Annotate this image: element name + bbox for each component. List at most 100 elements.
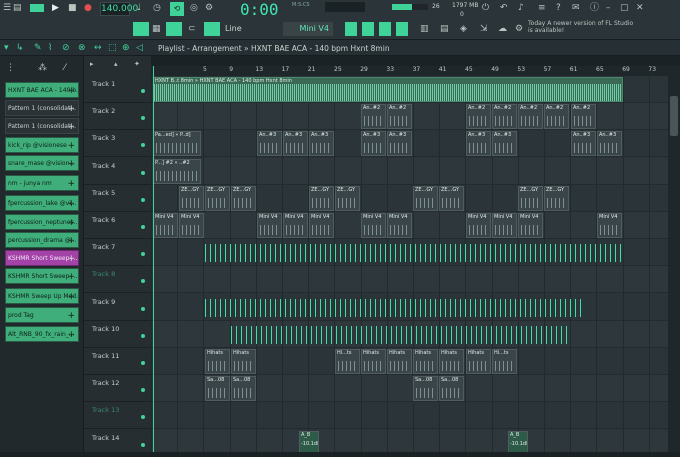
track-header[interactable]: Track 6 — [84, 212, 151, 239]
clip[interactable]: Mini V4 — [518, 213, 543, 238]
help-icon[interactable]: ? — [556, 2, 561, 14]
add-icon[interactable]: + — [67, 327, 75, 341]
brush-icon[interactable]: ⌇ — [48, 42, 52, 54]
clip[interactable]: Hi...ts — [335, 349, 360, 374]
track-header[interactable]: Track 8 — [84, 266, 151, 294]
track-header[interactable]: Track 12 — [84, 375, 151, 403]
track-header[interactable]: Track 7 — [84, 239, 151, 267]
add-icon[interactable]: + — [67, 119, 75, 133]
clip[interactable]: ZE...GY — [413, 185, 438, 211]
channel-item[interactable]: fpercussion_lake @vi... + — [5, 195, 79, 211]
channel-item[interactable]: KSHMR Sweep Up Med... + — [5, 288, 79, 304]
track-header[interactable]: Track 3 — [84, 130, 151, 158]
slip-icon[interactable]: ↔ — [94, 42, 102, 54]
track-enable-dot[interactable] — [141, 279, 145, 284]
channel-item[interactable]: prod Tag + — [5, 307, 79, 323]
clip[interactable]: Mini V4 — [283, 213, 308, 238]
cloud-icon[interactable]: ☁ — [498, 23, 507, 35]
select-icon[interactable]: ⬚ — [108, 42, 117, 54]
clip[interactable]: A_B -10.1dB — [508, 430, 528, 452]
arrow-icon[interactable]: ↳ — [16, 42, 24, 54]
piano-icon[interactable]: ▥ — [420, 23, 429, 35]
song-view-button[interactable] — [166, 22, 182, 36]
channel-item[interactable]: percussion_drama @... + — [5, 232, 79, 248]
clip[interactable]: Hi...ts — [492, 349, 517, 374]
info-icon[interactable]: ⓘ — [590, 2, 599, 14]
speaker-icon[interactable]: ◁ — [136, 42, 143, 54]
power-icon[interactable]: ⏻ — [482, 2, 489, 14]
clip[interactable]: Sa...08 — [413, 376, 438, 402]
channel-item[interactable]: KSHMR Short Sweep -... + — [5, 268, 79, 284]
record-icon[interactable]: ● — [84, 2, 92, 14]
track-enable-dot[interactable] — [141, 89, 145, 93]
playlist-grid[interactable]: HXNT B..t 8min » HXNT BAE ACA - 140 bpm … — [151, 66, 668, 452]
time-display[interactable]: 0:00 — [240, 0, 290, 20]
metronome-icon[interactable]: ♩ — [137, 2, 141, 14]
collapse-icon[interactable]: ▴ — [114, 58, 118, 70]
add-icon[interactable]: + — [67, 215, 75, 229]
add-icon[interactable]: + — [67, 101, 75, 115]
clip[interactable]: Mini V4 — [492, 213, 517, 238]
track-enable-dot[interactable] — [141, 170, 145, 175]
track-header[interactable]: Track 5 — [84, 185, 151, 212]
view-button-3[interactable] — [379, 22, 391, 36]
track-enable-dot[interactable] — [141, 442, 145, 447]
clip[interactable]: ZE...GY — [544, 185, 569, 211]
add-icon[interactable]: + — [67, 269, 75, 283]
channel-item[interactable]: Pattern 1 (consolidat... + — [5, 118, 79, 134]
mute-icon[interactable]: ⊗ — [78, 42, 86, 54]
clip[interactable]: ZE...GY — [205, 185, 230, 211]
close-icon[interactable]: ✕ — [636, 2, 644, 14]
file-icon[interactable]: ▤ — [13, 2, 22, 14]
delete-icon[interactable]: ⊘ — [62, 42, 70, 54]
news-panel[interactable]: Today A newer version of FL Studio is av… — [528, 20, 638, 34]
track-enable-dot[interactable] — [141, 116, 145, 121]
clip[interactable]: ZE...GY — [439, 185, 464, 211]
track-lane[interactable] — [151, 157, 668, 185]
stop-icon[interactable]: ■ — [68, 2, 77, 14]
add-icon[interactable]: + — [67, 138, 75, 152]
clip[interactable]: Hihats — [387, 349, 412, 374]
track-enable-dot[interactable] — [141, 333, 145, 338]
clip[interactable]: Mini V4 — [361, 213, 386, 238]
track-enable-dot[interactable] — [141, 197, 145, 202]
track-enable-dot[interactable] — [141, 361, 145, 365]
pattern-view-button[interactable] — [133, 22, 149, 36]
track-enable-dot[interactable] — [141, 415, 145, 420]
add-icon[interactable]: + — [67, 156, 75, 170]
clip[interactable]: Mini V4 — [387, 213, 412, 238]
track-lane[interactable] — [151, 429, 668, 452]
track-lane[interactable] — [151, 266, 668, 294]
dropdown-icon[interactable]: ▾ — [4, 42, 9, 54]
channel-item[interactable]: HXNT BAE ACA - 140 b... + — [5, 82, 79, 98]
minimize-icon[interactable]: – — [606, 2, 611, 14]
clip[interactable]: Sa...08 — [439, 376, 464, 402]
clip[interactable]: Sa...08 — [231, 376, 256, 402]
clip[interactable]: ZE...GY — [335, 185, 360, 211]
settings-icon[interactable]: ⚙ — [515, 23, 523, 35]
zoom-icon[interactable]: ⊕ — [122, 42, 130, 54]
clip[interactable]: Pa...ed] » P..d] — [153, 131, 201, 157]
clip[interactable]: ZE...GY — [518, 185, 543, 211]
maximize-icon[interactable]: ▢ — [620, 2, 629, 14]
add-icon[interactable]: + — [67, 308, 75, 322]
snap-button[interactable] — [204, 22, 220, 36]
clip[interactable]: Hihats — [231, 349, 256, 374]
magnet-icon[interactable]: ⊂ — [188, 23, 196, 35]
clip[interactable]: An..#2 — [518, 104, 543, 130]
clip[interactable]: P...] #2 » ..#2 — [153, 158, 201, 184]
clip[interactable]: HXNT B..t 8min » HXNT BAE ACA - 140 bpm … — [153, 77, 623, 102]
channel-item[interactable]: kick_rip @visionese + — [5, 137, 79, 153]
add-icon[interactable]: + — [67, 196, 75, 210]
blend-icon[interactable]: ⚙ — [205, 2, 213, 14]
channel-item[interactable]: KSHMR Short Sweep -... + — [5, 250, 79, 266]
expand-icon[interactable]: ▸ — [90, 58, 94, 70]
clip[interactable]: Mini V4 — [179, 213, 204, 238]
clip[interactable]: Mini V4 — [257, 213, 282, 238]
add-icon[interactable]: + — [67, 83, 75, 97]
clip[interactable]: An..#2 — [387, 104, 412, 130]
clip[interactable]: Hihats — [439, 349, 464, 374]
pin-icon[interactable]: ✦ — [134, 58, 140, 70]
track-header[interactable]: Track 11 — [84, 348, 151, 375]
wait-icon[interactable]: ◷ — [153, 2, 161, 14]
